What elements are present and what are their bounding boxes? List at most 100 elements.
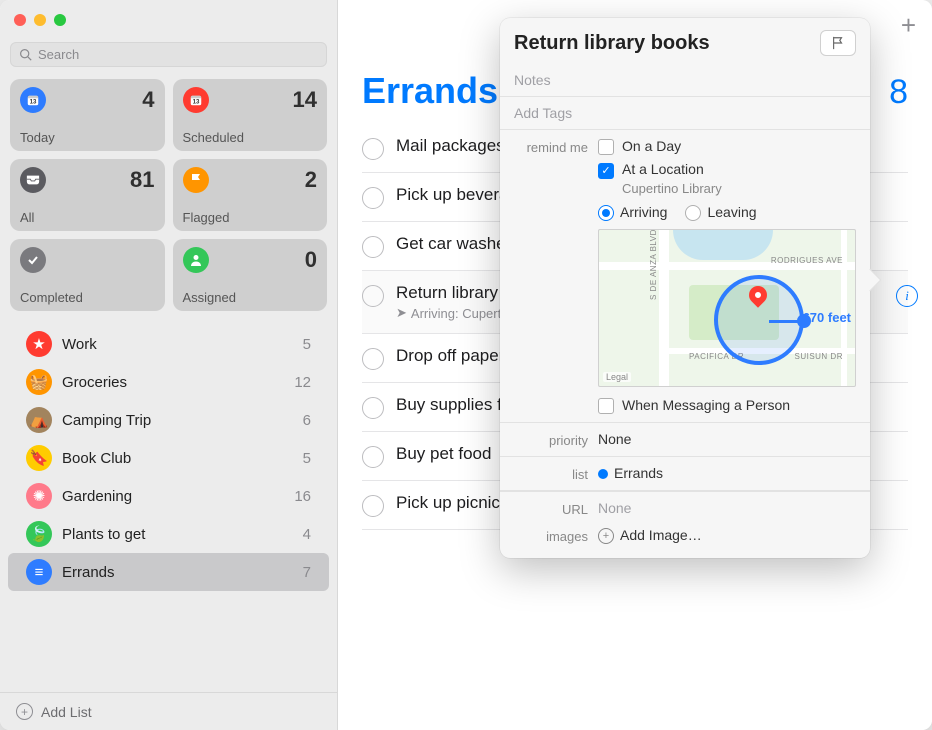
smart-count: 4 (142, 87, 154, 113)
list-icon: ★ (26, 331, 52, 357)
complete-toggle[interactable] (362, 495, 384, 517)
tags-field[interactable]: Add Tags (514, 105, 572, 121)
reminders-window: + Search 13 4 Today 13 14 Scheduled 81 A… (0, 0, 932, 730)
location-name[interactable]: Cupertino Library (622, 181, 856, 196)
tray-icon (20, 167, 46, 193)
svg-text:13: 13 (30, 99, 37, 106)
at-location-option[interactable]: ✓At a Location (598, 161, 856, 178)
smart-count: 81 (130, 167, 154, 193)
sidebar-list-errands[interactable]: ≡ Errands 7 (8, 553, 329, 591)
list-icon: 🔖 (26, 445, 52, 471)
plus-circle-icon: + (16, 703, 33, 720)
sidebar-list-groceries[interactable]: 🧺 Groceries 12 (8, 363, 329, 401)
list-icon: ≡ (26, 559, 52, 585)
search-icon (19, 48, 32, 61)
minimize-icon[interactable] (34, 14, 46, 26)
list-color-dot-icon (598, 469, 608, 479)
smart-label: Assigned (183, 290, 318, 305)
complete-toggle[interactable] (362, 285, 384, 307)
smart-count: 0 (305, 247, 317, 273)
smart-list-assigned[interactable]: 0 Assigned (173, 239, 328, 311)
priority-value[interactable]: None (598, 431, 856, 447)
complete-toggle[interactable] (362, 446, 384, 468)
close-icon[interactable] (14, 14, 26, 26)
list-field-label: list (514, 465, 598, 482)
radio-icon (685, 205, 701, 221)
sidebar-list-gardening[interactable]: ✺ Gardening 16 (8, 477, 329, 515)
leaving-radio[interactable]: Leaving (685, 204, 756, 221)
notes-field[interactable]: Notes (514, 72, 551, 88)
list-count: 7 (303, 564, 311, 581)
list-name: Gardening (62, 488, 284, 505)
zoom-icon[interactable] (54, 14, 66, 26)
complete-toggle[interactable] (362, 348, 384, 370)
url-label: URL (514, 500, 598, 517)
priority-label: priority (514, 431, 598, 448)
complete-toggle[interactable] (362, 236, 384, 258)
sidebar-list-plants-to-get[interactable]: 🍃 Plants to get 4 (8, 515, 329, 553)
smart-list-scheduled[interactable]: 13 14 Scheduled (173, 79, 328, 151)
geofence-distance: 670 feet (803, 310, 851, 325)
smart-label: Today (20, 130, 155, 145)
new-reminder-button[interactable]: + (901, 10, 916, 41)
on-a-day-option[interactable]: On a Day (598, 138, 856, 155)
url-value[interactable]: None (598, 500, 856, 516)
list-icon: ⛺ (26, 407, 52, 433)
person-icon (183, 247, 209, 273)
list-count: 16 (294, 488, 311, 505)
smart-list-completed[interactable]: Completed (10, 239, 165, 311)
sidebar-list-book-club[interactable]: 🔖 Book Club 5 (8, 439, 329, 477)
popover-title[interactable]: Return library books (514, 32, 710, 55)
list-icon: 🍃 (26, 521, 52, 547)
smart-list-flagged[interactable]: 2 Flagged (173, 159, 328, 231)
smart-list-all[interactable]: 81 All (10, 159, 165, 231)
add-list-button[interactable]: + Add List (0, 692, 337, 730)
complete-toggle[interactable] (362, 138, 384, 160)
my-lists: ★ Work 5🧺 Groceries 12⛺ Camping Trip 6🔖 … (0, 321, 337, 692)
arriving-radio[interactable]: Arriving (598, 204, 667, 221)
list-name: Work (62, 336, 293, 353)
search-input[interactable]: Search (10, 42, 327, 67)
checkbox-checked-icon: ✓ (598, 163, 614, 179)
checkbox-icon (598, 398, 614, 414)
smart-lists-grid: 13 4 Today 13 14 Scheduled 81 All 2 Flag… (0, 75, 337, 321)
when-messaging-option[interactable]: When Messaging a Person (598, 397, 856, 414)
location-arrow-icon: ➤ (396, 305, 407, 321)
radio-checked-icon (598, 205, 614, 221)
add-image-button[interactable]: +Add Image… (598, 527, 856, 544)
check-icon (20, 247, 46, 273)
add-list-label: Add List (41, 704, 92, 720)
window-controls (14, 14, 66, 26)
list-count: 8 (889, 73, 908, 112)
list-name: Plants to get (62, 526, 293, 543)
smart-list-today[interactable]: 13 4 Today (10, 79, 165, 151)
smart-label: Completed (20, 290, 155, 305)
smart-label: Flagged (183, 210, 318, 225)
list-title: Errands (362, 70, 498, 112)
map-legal[interactable]: Legal (603, 372, 631, 382)
reminder-details-popover: Return library books Notes Add Tags remi… (500, 18, 870, 558)
map-pin-icon (749, 286, 767, 304)
flag-button[interactable] (820, 30, 856, 56)
list-name: Groceries (62, 374, 284, 391)
list-icon: 🧺 (26, 369, 52, 395)
list-count: 12 (294, 374, 311, 391)
list-field-value[interactable]: Errands (598, 465, 856, 481)
smart-label: Scheduled (183, 130, 318, 145)
search-placeholder: Search (38, 47, 79, 62)
smart-label: All (20, 210, 155, 225)
sidebar: Search 13 4 Today 13 14 Scheduled 81 All… (0, 0, 338, 730)
info-button[interactable]: i (896, 285, 918, 307)
complete-toggle[interactable] (362, 397, 384, 419)
complete-toggle[interactable] (362, 187, 384, 209)
location-map[interactable]: S DE ANZA BLVD RODRIGUES AVE PACIFICA DR… (598, 229, 856, 387)
list-count: 5 (303, 450, 311, 467)
calendar-icon: 13 (183, 87, 209, 113)
list-name: Camping Trip (62, 412, 293, 429)
sidebar-list-camping-trip[interactable]: ⛺ Camping Trip 6 (8, 401, 329, 439)
checkbox-icon (598, 139, 614, 155)
remind-me-label: remind me (514, 138, 598, 155)
list-count: 4 (303, 526, 311, 543)
sidebar-list-work[interactable]: ★ Work 5 (8, 325, 329, 363)
flag-icon (183, 167, 209, 193)
